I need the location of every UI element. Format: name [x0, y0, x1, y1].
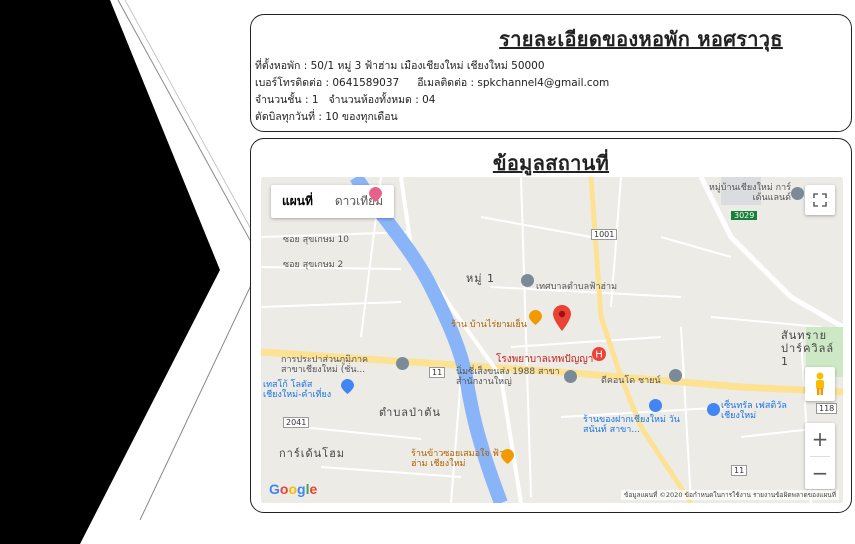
map-label-tambon: ตำบลป่าตัน [379, 406, 441, 419]
map-label-garden: การ์เด้นโฮม [279, 447, 346, 460]
zoom-in-button[interactable]: + [805, 423, 835, 456]
map-road-3029: 3029 [731, 211, 758, 220]
village-icon[interactable] [791, 187, 804, 200]
map-label-lotus: เทสโก้ โลตัส เชียงใหม่-คำเที่ยง [263, 380, 332, 400]
map-label-sansai: สันทราย ปาร์ควิลล์ 1 [781, 329, 835, 368]
fullscreen-button[interactable] [805, 185, 835, 215]
map-type-satellite-button[interactable]: ดาวเทียม [324, 185, 394, 218]
map-road-1001: 1001 [591, 229, 618, 240]
map-label-soi10: ซอย สุขเกษม 10 [283, 235, 349, 245]
google-logo[interactable]: Google [269, 481, 317, 497]
central-festival-icon[interactable] [707, 403, 720, 416]
map-type-map-button[interactable]: แผนที่ [271, 185, 324, 218]
pegman-icon [816, 372, 824, 395]
phone-text: เบอร์โทรติดต่อ : 0641589037 [255, 77, 400, 89]
map-label-nimsi: นิ่มซี่เส็งขนส่ง 1988 สาขาสำนักงานใหญ่ [456, 367, 560, 387]
municipality-icon[interactable] [521, 274, 534, 287]
map-label-pwa: การประปาส่วนภูมิภาค สาขาเชียงใหม่ (ชั่น.… [281, 355, 369, 375]
map-attribution[interactable]: ข้อมูลแผนที่ ©2020 ข้อกำหนดในการใช้งาน ร… [621, 490, 839, 500]
restaurant-icon[interactable] [529, 310, 542, 325]
map-label-village: หมู่บ้านเชียงใหม่ การ์เด้นแลนด์ [708, 183, 791, 203]
map-label-restaurant: ร้าน บ้านไร่ยามเย็น [451, 320, 527, 330]
dorm-info-card: รายละเอียดของหอพัก หอศราวุธ ที่ตั้งหอพัก… [250, 14, 852, 132]
floor-room-line: จำนวนชั้น : 1 จำนวนห้องทั้งหมด : 04 [255, 92, 851, 109]
map-road-2041: 2041 [283, 417, 310, 428]
floors-text: จำนวนชั้น : 1 [255, 94, 319, 106]
lotus-shop-icon[interactable] [341, 379, 354, 394]
map-label-central: เซ็นทรัล เฟสติวัล เชียงใหม่ [721, 401, 787, 421]
map-label-decon: ดีคอนโด ชายน์ [601, 376, 661, 386]
nimsi-icon[interactable] [564, 370, 577, 383]
contact-line: เบอร์โทรติดต่อ : 0641589037 อีเมลติดต่อ :… [255, 75, 851, 92]
zoom-control: + − [805, 423, 835, 489]
map-road-11b: 11 [731, 465, 748, 476]
address-line: ที่ตั้งหอพัก : 50/1 หมู่ 3 ฟ้าฮ่าม เมือง… [255, 60, 545, 72]
billing-line: ตัดบิลทุกวันที่ : 10 ของทุกเดือน [255, 111, 398, 123]
svg-text:H: H [595, 350, 603, 361]
map-label-municipality: เทศบาลตำบลฟ้าฮ่าม [536, 282, 618, 292]
decon-icon[interactable] [669, 369, 682, 382]
street-view-button[interactable] [805, 367, 835, 401]
map-label-shop: ร้านของฝากเชียงใหม่ วันสนันท์ สาขา... [583, 415, 680, 435]
location-pin-icon[interactable] [553, 305, 571, 331]
fullscreen-icon [813, 193, 827, 207]
map-road-118: 118 [816, 403, 838, 414]
map-label-soi2: ซอย สุขเกษม 2 [283, 260, 344, 270]
shop-souvenir-icon[interactable] [649, 399, 662, 412]
map-label-moo1: หมู่ 1 [466, 272, 495, 285]
map-road-11a: 11 [429, 367, 446, 378]
shop-icon[interactable] [369, 187, 382, 202]
map-label-khaosoi: ร้านข้าวซอยเสมอใจ ฟ้าฮ่าม เชียงใหม่ [411, 449, 504, 469]
google-map[interactable]: แผนที่ ดาวเทียม ซอย สุขเกษม 10 ซอย สุขเก… [261, 177, 843, 503]
dorm-info-title: รายละเอียดของหอพัก หอศราวุธ [499, 27, 783, 51]
khaosoi-restaurant-icon[interactable] [501, 449, 514, 464]
decorative-chevron-graphic [0, 0, 269, 544]
rooms-text: จำนวนห้องทั้งหมด : 04 [328, 94, 436, 106]
location-card: ข้อมูลสถานที่ แผนที่ ดาวเทียม ซอย สุขเกษ… [250, 138, 852, 513]
map-label-hospital: โรงพยาบาลเทพปัญญา [496, 354, 594, 365]
location-title: ข้อมูลสถานที่ [492, 151, 610, 175]
email-text: อีเมลติดต่อ : spkchannel4@gmail.com [417, 77, 610, 89]
pwa-icon[interactable] [396, 357, 409, 370]
zoom-out-button[interactable]: − [805, 457, 835, 490]
hospital-icon[interactable]: H [592, 347, 606, 361]
